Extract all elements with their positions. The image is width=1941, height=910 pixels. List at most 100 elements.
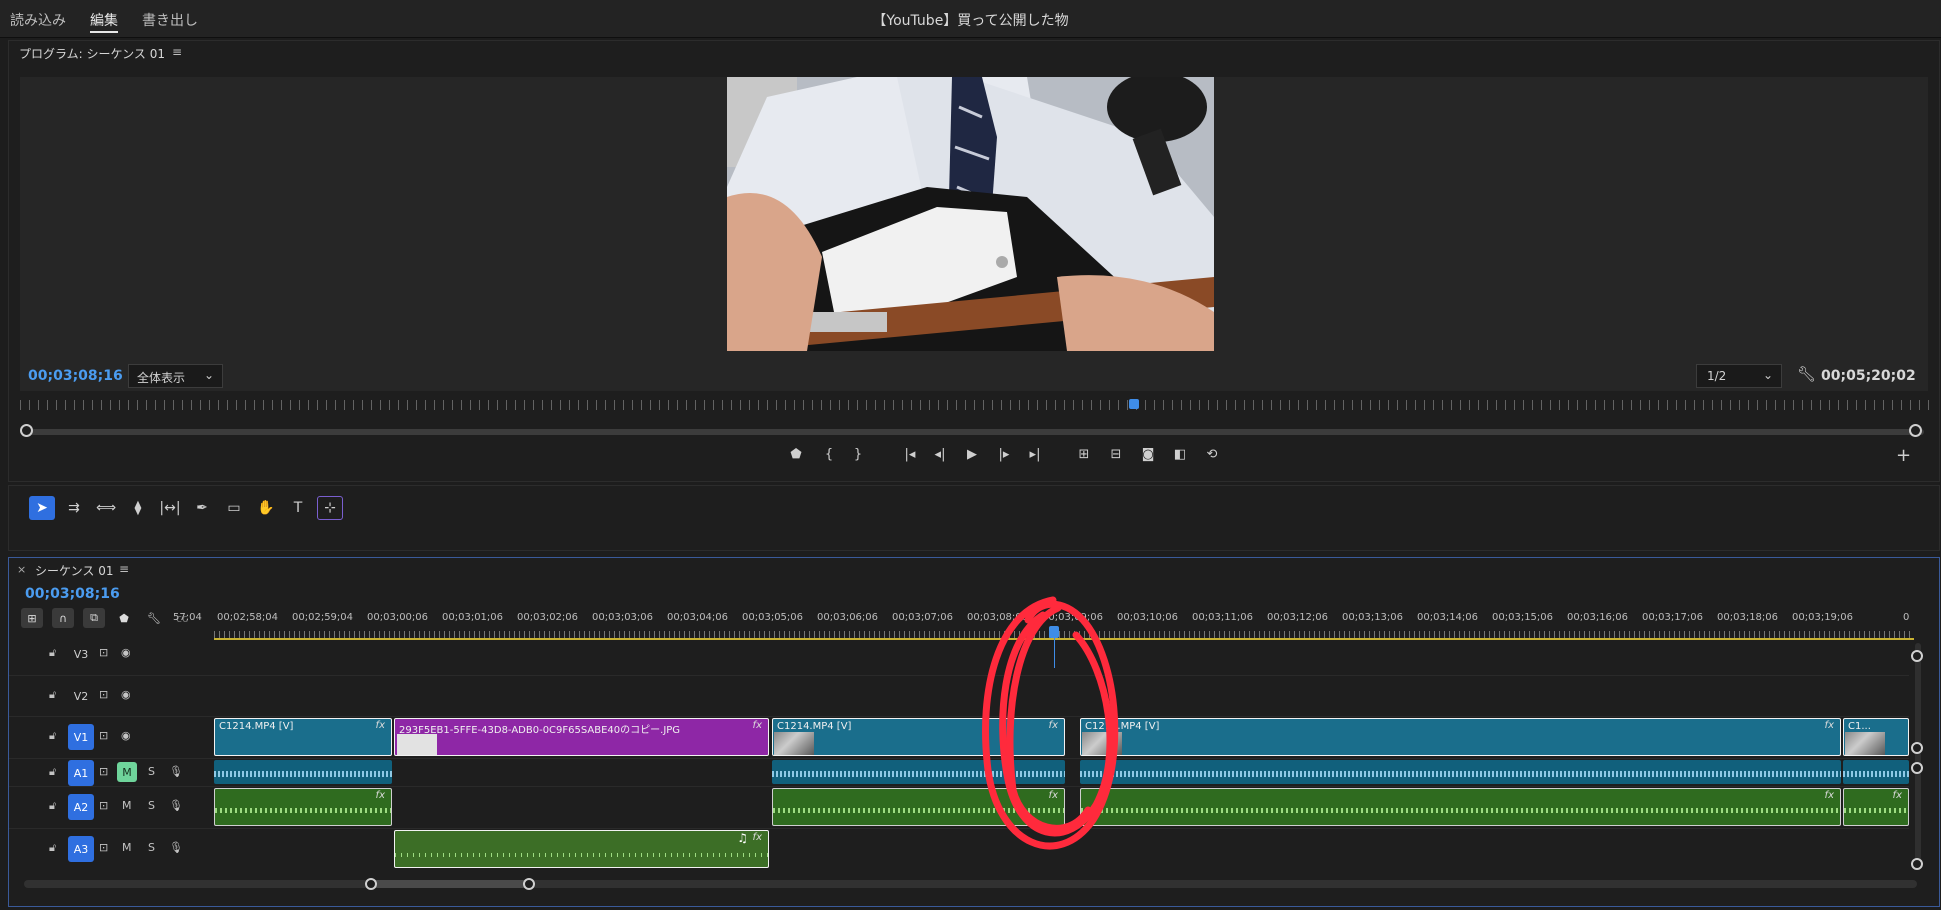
snap-magnet-icon[interactable]: ∩ bbox=[52, 608, 74, 628]
vertical-scroll-handle[interactable] bbox=[1911, 742, 1923, 754]
timeline-settings-wrench-icon[interactable]: 🔧︎ bbox=[143, 608, 165, 628]
timeline-current-timecode[interactable]: 00;03;08;16 bbox=[25, 586, 120, 602]
track-select-tool-icon[interactable]: ⇉ bbox=[61, 496, 87, 520]
program-time-ruler[interactable] bbox=[20, 400, 1930, 410]
sync-lock-icon[interactable]: ⊡ bbox=[99, 688, 108, 701]
playback-resolution-dropdown[interactable]: 1/2 ⌄ bbox=[1696, 364, 1782, 388]
music-audio-clip[interactable]: ♫ fx bbox=[394, 830, 769, 868]
program-panel-menu-icon[interactable]: ≡ bbox=[172, 45, 182, 59]
mute-button[interactable]: M bbox=[122, 841, 132, 854]
sync-lock-icon[interactable]: ⊡ bbox=[99, 841, 108, 854]
timeline-panel-menu-icon[interactable]: ≡ bbox=[119, 562, 129, 576]
pen-tool-icon[interactable]: ✒ bbox=[189, 496, 215, 520]
microphone-icon[interactable]: 🎙︎ bbox=[169, 841, 183, 854]
timeline-ruler[interactable]: 57;04 00;02;58;04 00;02;59;04 00;03;00;0… bbox=[173, 612, 1913, 626]
go-to-out-icon[interactable]: ▸| bbox=[1024, 447, 1046, 462]
track-label-a3[interactable]: A3 bbox=[68, 836, 94, 862]
audio-clip[interactable] bbox=[772, 760, 1065, 784]
type-tool-icon[interactable]: T bbox=[285, 496, 311, 520]
timeline-scroll-thumb[interactable] bbox=[371, 880, 531, 888]
track-label-a1[interactable]: A1 bbox=[68, 760, 94, 786]
vertical-scroll-handle[interactable] bbox=[1911, 762, 1923, 774]
audio-clip[interactable] bbox=[1843, 760, 1909, 784]
linked-selection-icon[interactable]: ⧉ bbox=[83, 608, 105, 628]
video-clip[interactable]: C1214.MP4 [V] fx bbox=[1080, 718, 1841, 756]
vertical-scroll-handle[interactable] bbox=[1911, 650, 1923, 662]
add-marker-icon[interactable]: ⬟ bbox=[785, 447, 807, 462]
audio-clip[interactable] bbox=[214, 760, 392, 784]
track-label-v3[interactable]: V3 bbox=[68, 641, 94, 667]
timeline-playhead[interactable] bbox=[1049, 626, 1059, 638]
ripple-edit-tool-icon[interactable]: ⟺ bbox=[93, 496, 119, 520]
program-zoom-scrollbar[interactable] bbox=[24, 429, 1924, 435]
go-to-in-icon[interactable]: |◂ bbox=[899, 447, 921, 462]
sync-lock-icon[interactable]: ⊡ bbox=[99, 729, 108, 742]
video-clip[interactable]: C1214.MP4 [V] fx bbox=[214, 718, 392, 756]
sync-lock-icon[interactable]: ⊡ bbox=[99, 799, 108, 812]
video-clip[interactable]: C1... bbox=[1843, 718, 1909, 756]
audio-clip[interactable]: fx bbox=[1080, 788, 1841, 826]
export-frame-camera-icon[interactable]: ◙ bbox=[1137, 447, 1159, 462]
compare-view-icon[interactable]: ◧ bbox=[1169, 447, 1191, 462]
lift-icon[interactable]: ⊞ bbox=[1073, 447, 1095, 462]
video-clip[interactable]: C1214.MP4 [V] fx bbox=[772, 718, 1065, 756]
mark-out-icon[interactable]: } bbox=[847, 447, 869, 462]
lock-icon[interactable]: 🔓︎ bbox=[49, 765, 56, 779]
add-marker-icon[interactable]: ⬟ bbox=[113, 608, 135, 628]
timeline-horizontal-scrollbar[interactable] bbox=[24, 880, 1917, 888]
sync-lock-icon[interactable]: ⊡ bbox=[99, 646, 108, 659]
play-icon[interactable]: ▶ bbox=[961, 447, 983, 462]
razor-tool-icon[interactable]: ⧫ bbox=[125, 496, 151, 520]
zoom-fit-dropdown[interactable]: 全体表示 ⌄ bbox=[128, 364, 223, 388]
track-label-a2[interactable]: A2 bbox=[68, 794, 94, 820]
button-editor-plus-icon[interactable]: + bbox=[1896, 445, 1911, 466]
track-label-v2[interactable]: V2 bbox=[68, 683, 94, 709]
settings-wrench-icon[interactable]: 🔧︎ bbox=[1797, 365, 1816, 383]
mute-button[interactable]: M bbox=[122, 799, 132, 812]
eye-icon[interactable]: ◉ bbox=[121, 646, 131, 659]
zoom-scrollbar-right-handle[interactable] bbox=[523, 878, 535, 890]
solo-button[interactable]: S bbox=[148, 841, 155, 854]
lock-icon[interactable]: 🔓︎ bbox=[49, 799, 56, 813]
program-current-timecode[interactable]: 00;03;08;16 bbox=[28, 368, 123, 384]
sync-lock-icon[interactable]: ⊡ bbox=[99, 765, 108, 778]
eye-icon[interactable]: ◉ bbox=[121, 729, 131, 742]
step-back-icon[interactable]: ◂| bbox=[929, 447, 951, 462]
program-monitor-title[interactable]: プログラム: シーケンス 01 bbox=[19, 45, 165, 62]
timeline-sequence-tab[interactable]: シーケンス 01 bbox=[35, 562, 114, 579]
mark-in-icon[interactable]: { bbox=[818, 447, 840, 462]
proxy-toggle-icon[interactable]: ⟲ bbox=[1201, 447, 1223, 462]
extract-icon[interactable]: ⊟ bbox=[1105, 447, 1127, 462]
hand-tool-icon[interactable]: ✋ bbox=[253, 496, 279, 520]
audio-clip[interactable] bbox=[1080, 760, 1841, 784]
zoom-scrollbar-right-handle[interactable] bbox=[1909, 424, 1922, 437]
lock-icon[interactable]: 🔓︎ bbox=[49, 646, 56, 660]
rectangle-tool-icon[interactable]: ▭ bbox=[221, 496, 247, 520]
step-forward-icon[interactable]: |▸ bbox=[993, 447, 1015, 462]
lock-icon[interactable]: 🔓︎ bbox=[49, 729, 56, 743]
timeline-vertical-scrollbar[interactable] bbox=[1915, 643, 1921, 868]
image-clip[interactable]: 293F5EB1-5FFE-43D8-ADB0-0C9F65SABE40のコピー… bbox=[394, 718, 769, 756]
lock-icon[interactable]: 🔓︎ bbox=[49, 688, 56, 702]
program-playhead[interactable] bbox=[1129, 399, 1139, 409]
solo-button[interactable]: S bbox=[148, 799, 155, 812]
work-area-bar[interactable] bbox=[214, 638, 1914, 640]
vertical-scroll-handle[interactable] bbox=[1911, 858, 1923, 870]
zoom-scrollbar-left-handle[interactable] bbox=[20, 424, 33, 437]
mute-button[interactable]: M bbox=[117, 762, 137, 782]
zoom-scrollbar-left-handle[interactable] bbox=[365, 878, 377, 890]
audio-clip[interactable]: fx bbox=[214, 788, 392, 826]
selection-tool-icon[interactable]: ➤ bbox=[29, 496, 55, 520]
auto-reframe-tool-icon[interactable]: ⊹ bbox=[317, 496, 343, 520]
slip-tool-icon[interactable]: |↔| bbox=[157, 496, 183, 520]
lock-icon[interactable]: 🔓︎ bbox=[49, 841, 56, 855]
insert-nest-icon[interactable]: ⊞ bbox=[21, 608, 43, 628]
audio-clip[interactable]: fx bbox=[1843, 788, 1909, 826]
microphone-icon[interactable]: 🎙︎ bbox=[169, 765, 183, 778]
eye-icon[interactable]: ◉ bbox=[121, 688, 131, 701]
audio-clip[interactable]: fx bbox=[772, 788, 1065, 826]
solo-button[interactable]: S bbox=[148, 765, 155, 778]
track-label-v1[interactable]: V1 bbox=[68, 724, 94, 750]
close-icon[interactable]: × bbox=[17, 563, 26, 576]
microphone-icon[interactable]: 🎙︎ bbox=[169, 799, 183, 812]
